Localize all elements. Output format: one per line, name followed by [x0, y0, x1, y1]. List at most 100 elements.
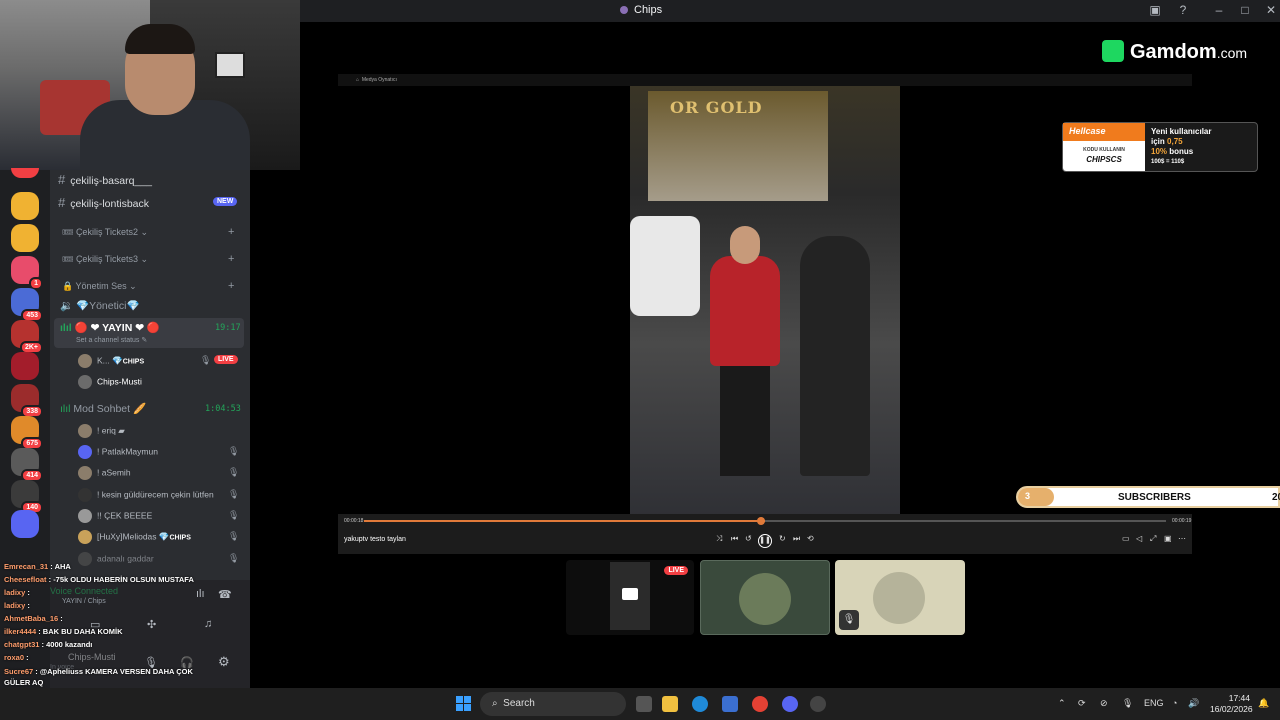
volume-icon[interactable]: 🔊 [1188, 698, 1199, 709]
discord-server-icon[interactable] [11, 510, 39, 538]
server-icon[interactable]: 1 [11, 256, 43, 290]
server-icon[interactable] [11, 192, 39, 220]
avatar [78, 445, 92, 459]
miniplayer-icon[interactable]: ▣ [1164, 534, 1172, 543]
store-icon[interactable] [722, 696, 738, 712]
video-shop-sign: OR GOLD [670, 98, 763, 117]
voice-channel-yonetici[interactable]: 🔉 💎Yönetici💎 [60, 299, 140, 312]
hash-icon: # [58, 195, 66, 210]
server-icon[interactable]: 2K+ [11, 320, 43, 354]
maximize-button[interactable]: □ [1236, 3, 1254, 17]
voice-user[interactable]: ! aSemih [78, 466, 131, 480]
more-icon[interactable]: ⋯ [1178, 534, 1186, 543]
volume-icon[interactable]: ◁ [1136, 534, 1142, 543]
task-view-icon[interactable] [636, 696, 652, 712]
server-icon[interactable] [11, 224, 39, 252]
participant-tile[interactable]: 🎙 [835, 560, 965, 635]
add-channel-icon[interactable]: + [228, 280, 234, 292]
seek-bar[interactable] [364, 517, 1166, 525]
chevron-up-icon[interactable]: ⌃ [1058, 698, 1066, 709]
muted-icon: 🎙 [228, 446, 240, 456]
windows-start-icon[interactable] [456, 696, 471, 711]
muted-icon: 🎙 [228, 489, 240, 499]
voice-user[interactable]: !! ÇEK BEEEE [78, 509, 152, 523]
obs-icon[interactable] [810, 696, 826, 712]
server-icon[interactable]: 140 [11, 480, 43, 514]
edge-icon[interactable] [692, 696, 708, 712]
next-icon[interactable]: ⏭ [793, 534, 800, 544]
channel-cekilis-basarq[interactable]: # çekiliş-basarq___ [58, 172, 152, 187]
add-channel-icon[interactable]: + [228, 226, 234, 238]
wifi-icon[interactable]: ◔ [1172, 698, 1177, 708]
server-icon[interactable]: 453 [11, 288, 43, 322]
video-car [630, 216, 700, 316]
gamdom-logo: Gamdom.com [1102, 40, 1247, 64]
voice-channel-mod-sohbet[interactable]: ılıl Mod Sohbet 🥖 [60, 402, 146, 415]
server-icon[interactable] [11, 168, 39, 178]
seek-handle[interactable] [757, 517, 765, 525]
video-frame[interactable]: OR GOLD [630, 86, 900, 516]
chat-message: roxa0 : [4, 653, 29, 662]
window-titlebar: Chips ▣ ? – □ ✕ [300, 0, 1280, 22]
subscriber-goal: 20 [1272, 492, 1280, 503]
server-icon[interactable]: 338 [11, 384, 43, 418]
stream-tile[interactable]: LIVE [566, 560, 694, 635]
current-time: 00:00:18 [344, 518, 364, 524]
chrome-icon[interactable] [752, 696, 768, 712]
channel-cekilis-lontisback[interactable]: # çekiliş-lontisback [58, 195, 149, 210]
screen-share-icon[interactable]: ▣ [1146, 3, 1164, 17]
server-icon[interactable] [11, 352, 39, 380]
gear-icon[interactable]: ⚙ [218, 654, 230, 670]
pause-button[interactable]: ❚❚ [758, 534, 772, 548]
network-off-icon[interactable]: ⊘ [1100, 698, 1108, 709]
repeat-icon[interactable]: ⟲ [807, 534, 814, 543]
server-icon[interactable]: 675 [11, 416, 43, 450]
sync-icon[interactable]: ⟳ [1078, 698, 1086, 709]
disconnect-icon[interactable]: ☎ [218, 588, 232, 601]
voice-user[interactable]: ! kesin güldürecem çekin lütfen [78, 488, 214, 502]
muted-icon: 🎙 [228, 553, 240, 563]
participant-tile[interactable] [700, 560, 830, 635]
media-player-titlebar: ⌂ Medya Oynatıcı [338, 74, 1192, 86]
hellcase-brand: Hellcase [1063, 123, 1145, 141]
voice-timer: 19:17 [215, 323, 241, 333]
discord-icon[interactable] [782, 696, 798, 712]
voice-user[interactable]: K... 💎CHIPS [78, 354, 144, 368]
voice-user[interactable]: ! eriq ▰ [78, 424, 125, 438]
channel-status[interactable]: Set a channel status ✎ [76, 336, 147, 344]
video-person-dark-jacket [800, 236, 870, 476]
close-button[interactable]: ✕ [1262, 3, 1280, 17]
shuffle-icon[interactable]: ⤨ [716, 534, 722, 544]
webcam-streamer-hair [125, 24, 195, 54]
avatar [78, 466, 92, 480]
category-cekilis-tickets3[interactable]: 🎟 Çekiliş Tickets3 ⌄ [62, 254, 148, 265]
file-explorer-icon[interactable] [662, 696, 678, 712]
help-icon[interactable]: ? [1174, 3, 1192, 17]
server-icon[interactable]: 414 [11, 448, 43, 482]
hellcase-code-box: Hellcase KODU KULLANIN CHIPSCS [1063, 123, 1145, 171]
microphone-icon[interactable]: 🎙 [1122, 698, 1133, 709]
previous-icon[interactable]: ⏮ [731, 534, 738, 544]
language-indicator[interactable]: ENG [1144, 698, 1164, 708]
add-channel-icon[interactable]: + [228, 253, 234, 265]
avatar [873, 572, 925, 624]
category-yonetim-ses[interactable]: 🔒 Yönetim Ses ⌄ [62, 281, 137, 292]
category-cekilis-tickets2[interactable]: 🎟 Çekiliş Tickets2 ⌄ [62, 227, 148, 238]
player-controls: 00:00:18 00:00:19 yakuptv testo taylan ⤨… [338, 514, 1192, 554]
captions-icon[interactable]: ▭ [1122, 534, 1130, 543]
rewind-icon[interactable]: ↺ [745, 534, 752, 543]
subscriber-count: 3 [1018, 488, 1054, 506]
notification-icon[interactable]: 🔔 [1258, 698, 1269, 709]
search-input[interactable]: ⌕ Search [480, 692, 626, 716]
minimize-button[interactable]: – [1210, 3, 1228, 17]
avatar [78, 375, 92, 389]
video-person-red-jacket [710, 226, 780, 476]
voice-user[interactable]: [HuXy]Meliodas 💎CHIPS [78, 530, 191, 544]
avatar [78, 488, 92, 502]
voice-user[interactable]: ! PatlakMaymun [78, 445, 158, 459]
soundboard-icon[interactable]: ♫ [204, 618, 212, 630]
forward-icon[interactable]: ↻ [779, 534, 786, 543]
fullscreen-icon[interactable]: ⤢ [1150, 534, 1156, 544]
system-clock[interactable]: 17:44 16/02/2026 [1210, 693, 1253, 715]
voice-user[interactable]: Chips-Musti [78, 375, 142, 389]
